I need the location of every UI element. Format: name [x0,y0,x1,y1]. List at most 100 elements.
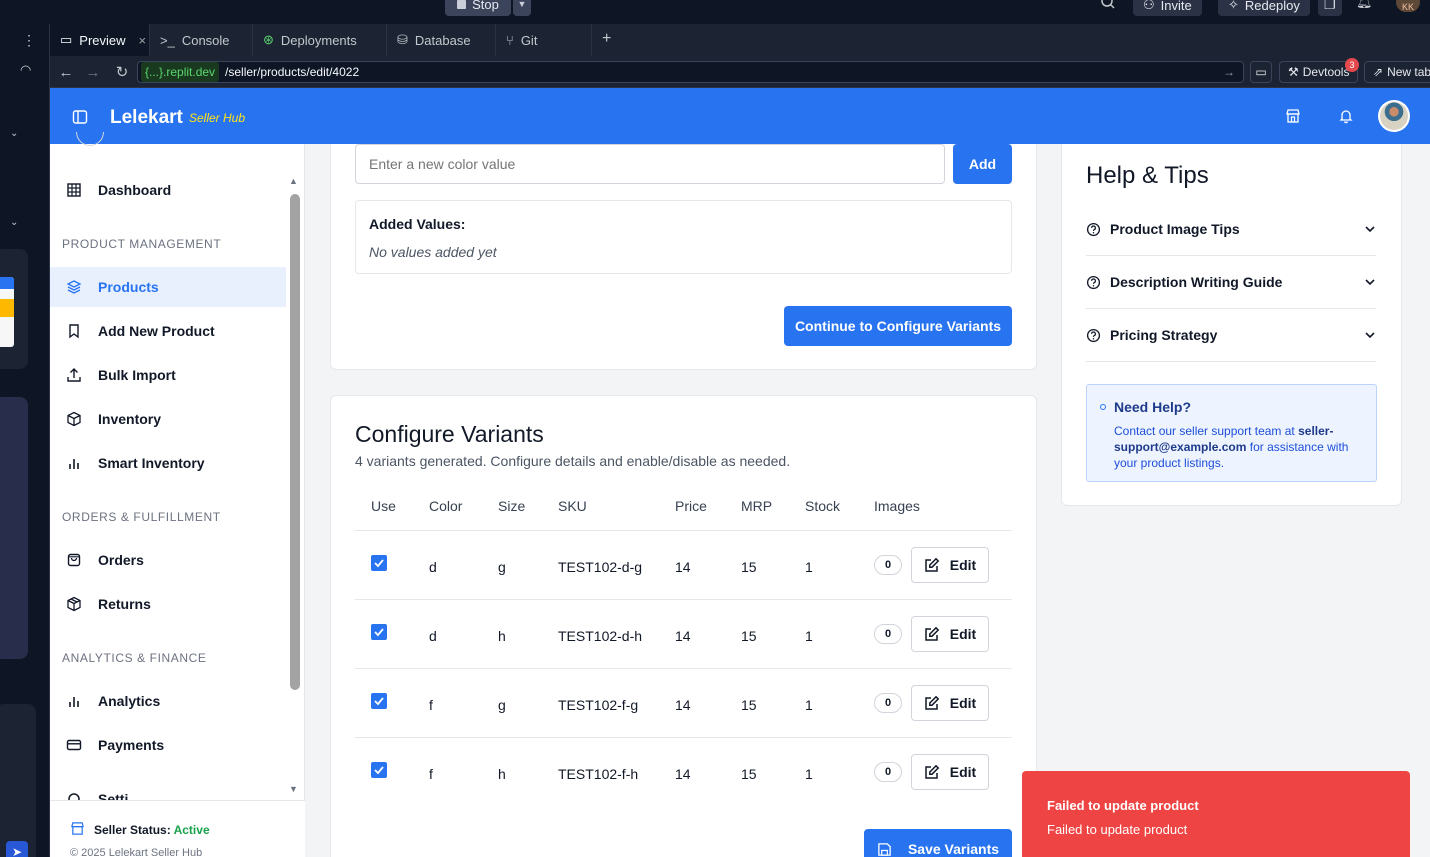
add-value-button[interactable]: Add [953,144,1012,184]
chevron-down-icon[interactable]: ⌄ [10,128,18,139]
app-preview: Lelekart Seller Hub Dashboard PRODUCT MA… [50,88,1430,857]
added-values-box: Added Values: No values added yet [355,200,1012,274]
table-row: f h TEST102-f-h 14 15 1 0 Edit [355,738,1012,807]
chevron-down-icon[interactable]: ⌄ [10,217,18,228]
help-item-description-guide[interactable]: Description Writing Guide [1086,256,1376,309]
url-input[interactable]: {...}.replit.dev /seller/products/edit/4… [137,61,1244,83]
deploy-icon: ⊛ [263,32,274,47]
bell-icon[interactable]: 🔔︎ [1356,0,1373,10]
use-checkbox[interactable] [371,624,387,640]
help-item-image-tips[interactable]: Product Image Tips [1086,203,1376,256]
sidebar-item-orders[interactable]: Orders [50,540,286,580]
section-title: ORDERS & FULFILLMENT [62,510,221,524]
sidebar-item-bulk-import[interactable]: Bulk Import [50,355,286,395]
forward-icon[interactable]: → [83,62,103,82]
arrow-right-icon[interactable]: → [1223,65,1235,79]
cell-mrp: 15 [741,766,757,782]
monitor-icon: ▭ [60,32,73,47]
window-icon[interactable]: ❐ [1318,0,1342,16]
use-checkbox[interactable] [371,762,387,778]
edit-variant-button[interactable]: Edit [911,685,989,721]
more-icon[interactable]: ⋮ [22,32,36,49]
edit-icon [925,695,940,710]
help-item-pricing-strategy[interactable]: Pricing Strategy [1086,309,1376,362]
cell-color: f [429,766,433,782]
help-circle-icon [1086,328,1101,342]
cell-mrp: 15 [741,559,757,575]
help-card: Help & Tips Product Image Tips Descripti… [1061,144,1402,506]
database-icon: ⛁ [397,32,408,47]
scroll-up-arrow[interactable]: ▲ [289,176,299,186]
git-icon: ⑂ [506,32,514,48]
tab-console[interactable]: >_ Console [150,24,253,56]
tab-deployments[interactable]: ⊛ Deployments [253,24,387,56]
scroll-down-arrow[interactable]: ▼ [289,784,299,794]
replit-left-rail: ⋮ ◠ ⌄ ⌄ ➤ [0,24,50,857]
save-variants-button[interactable]: Save Variants [864,829,1012,857]
variants-subtitle: 4 variants generated. Configure details … [355,453,791,469]
tab-database[interactable]: ⛁ Database [387,24,496,56]
gauge-icon[interactable]: ◠ [20,62,31,78]
sidebar-item-inventory[interactable]: Inventory [50,399,286,439]
cell-stock: 1 [805,559,813,575]
column-header: Color [429,498,463,514]
info-icon [1100,404,1106,410]
use-checkbox[interactable] [371,693,387,709]
back-icon[interactable]: ← [56,62,76,82]
refresh-icon[interactable]: ↻ [112,62,132,82]
chevron-down-icon[interactable]: ▼ [513,0,531,16]
color-value-input[interactable] [355,144,945,184]
tab-preview[interactable]: ▭ Preview × [50,24,150,56]
sidebar-item-products[interactable]: Products [50,267,286,307]
avatar[interactable] [1378,100,1410,132]
close-icon[interactable]: × [139,33,147,48]
toast-message: Failed to update product [1047,822,1188,837]
cell-stock: 1 [805,766,813,782]
cell-sku: TEST102-d-g [558,559,643,575]
continue-button[interactable]: Continue to Configure Variants [784,306,1012,346]
edit-variant-button[interactable]: Edit [911,547,989,583]
sidebar-item-dashboard[interactable]: Dashboard [50,170,286,210]
sidebar-item-add-product[interactable]: Add New Product [50,311,286,351]
chevron-down-icon [1365,226,1375,233]
sidebar-item-payments[interactable]: Payments [50,725,286,765]
add-tab-button[interactable]: + [602,30,611,48]
edit-icon [925,764,940,779]
brand-logo[interactable]: Lelekart [110,107,183,129]
sidebar-item-smart-inventory[interactable]: Smart Inventory [50,443,286,483]
tab-git[interactable]: ⑂ Git [496,24,592,56]
stop-button[interactable]: Stop [445,0,511,16]
send-icon[interactable]: ➤ [6,841,28,857]
sidebar-item-settings[interactable]: Setti [50,792,286,800]
column-header: MRP [741,498,773,514]
table-row: d h TEST102-d-h 14 15 1 0 Edit [355,600,1012,669]
edit-variant-button[interactable]: Edit [911,616,989,652]
error-toast[interactable]: Failed to update product Failed to updat… [1022,771,1410,857]
scrollbar-thumb[interactable] [290,194,300,690]
store-icon[interactable] [1285,108,1301,129]
search-icon[interactable] [1100,0,1122,14]
replit-topbar [0,0,1430,24]
redeploy-button[interactable]: ✧ Redeploy [1218,0,1310,16]
invite-button[interactable]: ⚇ Invite [1133,0,1202,16]
cell-size: g [498,697,506,713]
bookmark-icon [69,324,79,339]
screen-icon[interactable]: ▭ [1250,61,1272,83]
new-tab-button[interactable]: ⇗ New tab [1364,61,1430,83]
image-count-badge: 0 [874,624,902,644]
cell-price: 14 [675,766,691,782]
replit-tabs: ▭ Preview × >_ Console ⊛ Deployments ⛁ Databa… [50,24,1430,56]
sidebar-item-returns[interactable]: Returns [50,584,286,624]
sidebar-toggle-icon[interactable] [72,109,88,130]
use-checkbox[interactable] [371,555,387,571]
edit-icon [925,557,940,572]
layers-icon [66,280,82,294]
user-plus-icon: ⚇ [1143,0,1155,12]
panel-preview [0,249,28,369]
copyright: © 2025 Lelekart Seller Hub [70,847,203,857]
edit-variant-button[interactable]: Edit [911,754,989,790]
cell-color: d [429,559,437,575]
bell-icon[interactable] [1338,108,1354,129]
sidebar-item-analytics[interactable]: Analytics [50,681,286,721]
panel-card [0,704,36,857]
